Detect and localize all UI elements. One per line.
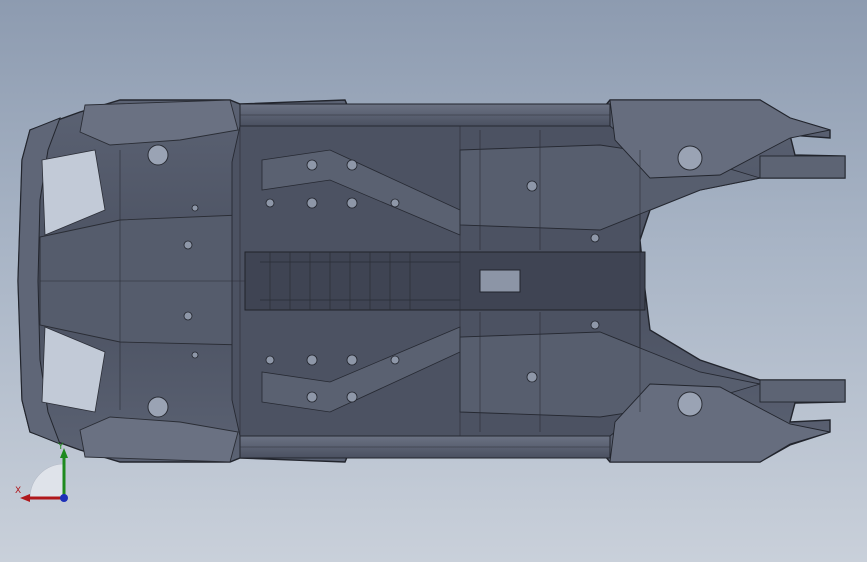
triad-plane-icon bbox=[29, 463, 65, 499]
front-floor-plate bbox=[39, 214, 246, 346]
center-tunnel bbox=[244, 251, 646, 311]
triad-z-axis bbox=[60, 494, 68, 502]
coordinate-triad: X Y bbox=[10, 440, 80, 510]
rear-extension-upper bbox=[759, 155, 846, 179]
chassis-model[interactable] bbox=[0, 0, 867, 562]
triad-x-label: X bbox=[15, 486, 22, 496]
graphics-viewport[interactable]: X Y bbox=[0, 0, 867, 562]
tunnel-opening bbox=[479, 269, 521, 293]
triad-y-label: Y bbox=[58, 442, 64, 452]
front-mount-hole-lower bbox=[147, 396, 169, 418]
rear-mount-hole-lower bbox=[677, 391, 703, 417]
rear-mount-hole-upper bbox=[677, 145, 703, 171]
rear-extension-lower bbox=[759, 379, 846, 403]
front-mount-hole-upper bbox=[147, 144, 169, 166]
